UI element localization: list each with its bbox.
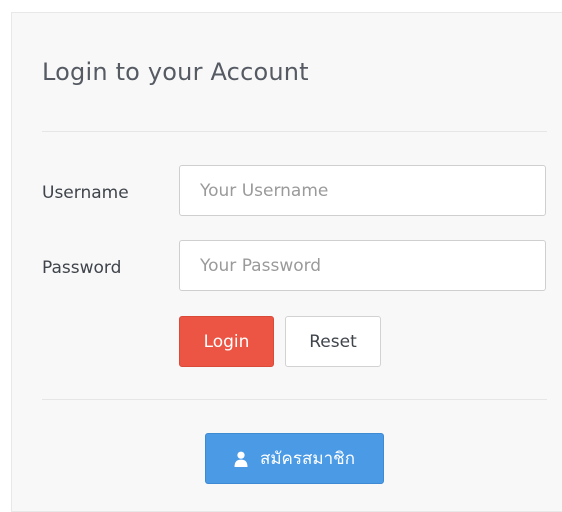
username-input[interactable] [179, 165, 546, 216]
reset-button[interactable]: Reset [285, 316, 381, 367]
password-input[interactable] [179, 240, 546, 291]
divider [42, 131, 547, 132]
page-title: Login to your Account [42, 58, 309, 86]
divider [42, 399, 547, 400]
register-button-label: สมัครสมาชิก [259, 449, 356, 469]
password-label: Password [42, 258, 122, 278]
login-button-label: Login [203, 331, 250, 352]
reset-button-label: Reset [309, 331, 357, 352]
login-button[interactable]: Login [179, 316, 274, 367]
user-icon [234, 451, 248, 467]
username-label: Username [42, 183, 129, 203]
register-button[interactable]: สมัครสมาชิก [205, 433, 384, 484]
